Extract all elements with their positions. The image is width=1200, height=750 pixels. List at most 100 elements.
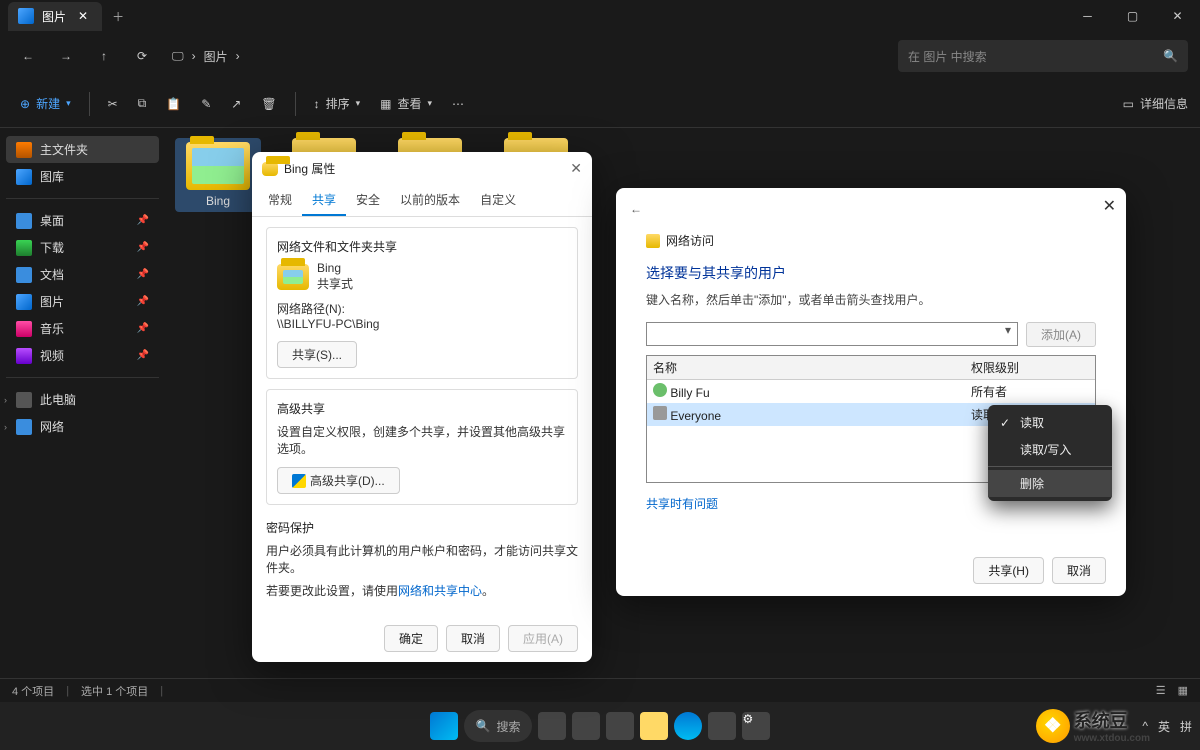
ctx-readwrite[interactable]: 读取/写入 — [988, 436, 1112, 463]
cancel-button[interactable]: 取消 — [1052, 557, 1106, 584]
close-icon[interactable]: ✕ — [1103, 196, 1116, 216]
path-value: \\BILLYFU-PC\Bing — [277, 317, 567, 331]
refresh-button[interactable]: ⟳ — [126, 40, 158, 72]
permission-context-menu: ✓读取 读取/写入 删除 — [988, 405, 1112, 501]
cut-button[interactable]: ✂ — [100, 88, 126, 120]
gallery-icon — [16, 169, 32, 185]
rename-button[interactable]: ✎ — [193, 88, 219, 120]
start-button[interactable] — [430, 712, 458, 740]
chevron-right-icon: › — [192, 49, 196, 63]
close-button[interactable]: ✕ — [1155, 0, 1200, 32]
selection-count: 选中 1 个项目 — [81, 683, 148, 699]
separator — [89, 92, 90, 116]
explorer-taskbar-icon[interactable] — [640, 712, 668, 740]
pw-desc: 用户必须具有此计算机的用户帐户和密码，才能访问共享文件夹。 — [266, 542, 578, 576]
view-button[interactable]: ▦ 查看 ▾ — [372, 88, 440, 120]
paste-button[interactable]: 📋 — [158, 88, 189, 120]
sidebar-item-thispc[interactable]: ›此电脑 — [6, 386, 159, 413]
statusbar: 4 个项目 | 选中 1 个项目 | ☰ ▦ — [0, 678, 1200, 702]
tab-previous[interactable]: 以前的版本 — [390, 185, 470, 216]
breadcrumb[interactable]: 🖵 › 图片 › — [164, 48, 248, 65]
chevron-down-icon: ▾ — [66, 98, 71, 109]
share-confirm-button[interactable]: 共享(H) — [973, 557, 1044, 584]
sidebar-item-videos[interactable]: 视频📌 — [6, 342, 159, 369]
up-button[interactable]: ↑ — [88, 40, 120, 72]
user-combobox[interactable]: ▾ — [646, 322, 1018, 346]
sidebar-item-network[interactable]: ›网络 — [6, 413, 159, 440]
tab-customize[interactable]: 自定义 — [470, 185, 526, 216]
back-button[interactable]: ← — [630, 202, 642, 216]
task-icon[interactable] — [538, 712, 566, 740]
close-icon[interactable]: ✕ — [570, 160, 582, 177]
tab-pictures[interactable]: 图片 ✕ — [8, 2, 102, 31]
user-row[interactable]: Billy Fu 所有者 — [647, 380, 1095, 403]
task-icon[interactable] — [572, 712, 600, 740]
sort-button[interactable]: ↕ 排序 ▾ — [306, 88, 369, 120]
pin-icon: 📌 — [137, 242, 149, 253]
music-icon — [16, 321, 32, 337]
task-icon[interactable] — [708, 712, 736, 740]
check-icon: ✓ — [1000, 416, 1012, 430]
breadcrumb-item[interactable]: 图片 — [204, 48, 228, 65]
ctx-read[interactable]: ✓读取 — [988, 409, 1112, 436]
maximize-button[interactable]: ▢ — [1110, 0, 1155, 32]
folder-icon — [277, 264, 309, 290]
more-button[interactable]: ⋯ — [444, 88, 472, 120]
new-button[interactable]: ⊕新建▾ — [12, 88, 79, 120]
desktop-icon — [16, 213, 32, 229]
ctx-delete[interactable]: 删除 — [988, 470, 1112, 497]
shield-icon — [292, 474, 306, 488]
folder-item[interactable]: Bing — [175, 138, 261, 212]
path-label: 网络路径(N): — [277, 300, 567, 317]
dialog-title: 网络访问 — [666, 232, 714, 249]
taskbar-search[interactable]: 🔍搜索 — [464, 710, 533, 742]
back-button[interactable]: ← — [12, 40, 44, 72]
apply-button[interactable]: 应用(A) — [508, 625, 578, 652]
search-input[interactable]: 在 图片 中搜索 🔍 — [898, 40, 1188, 72]
sidebar-item-pictures[interactable]: 图片📌 — [6, 288, 159, 315]
settings-taskbar-icon[interactable]: ⚙ — [742, 712, 770, 740]
sidebar-item-music[interactable]: 音乐📌 — [6, 315, 159, 342]
share-state: 共享式 — [317, 275, 353, 292]
folder-icon — [262, 162, 278, 176]
add-button[interactable]: 添加(A) — [1026, 322, 1096, 347]
col-name[interactable]: 名称 — [647, 356, 965, 379]
sidebar-item-desktop[interactable]: 桌面📌 — [6, 207, 159, 234]
sidebar-item-gallery[interactable]: 图库 — [6, 163, 159, 190]
ime-mode[interactable]: 拼 — [1180, 718, 1192, 735]
view-toggle-grid-icon[interactable]: ▦ — [1178, 684, 1188, 697]
document-icon — [16, 267, 32, 283]
tab-general[interactable]: 常规 — [258, 185, 302, 216]
ok-button[interactable]: 确定 — [384, 625, 438, 652]
pin-icon: 📌 — [137, 269, 149, 280]
sidebar-item-documents[interactable]: 文档📌 — [6, 261, 159, 288]
pin-icon: 📌 — [137, 296, 149, 307]
view-toggle-list-icon[interactable]: ☰ — [1156, 684, 1166, 697]
sidebar-item-downloads[interactable]: 下载📌 — [6, 234, 159, 261]
share-button[interactable]: ↗ — [223, 88, 249, 120]
dropdown-icon[interactable]: ▾ — [999, 323, 1017, 337]
sidebar-item-home[interactable]: 主文件夹 — [6, 136, 159, 163]
task-icon[interactable] — [606, 712, 634, 740]
pin-icon: 📌 — [137, 323, 149, 334]
forward-button[interactable]: → — [50, 40, 82, 72]
user-icon — [653, 383, 667, 397]
section-title: 高级共享 — [277, 400, 567, 417]
share-button[interactable]: 共享(S)... — [277, 341, 357, 368]
ime-lang[interactable]: 英 — [1158, 718, 1170, 735]
tab-security[interactable]: 安全 — [346, 185, 390, 216]
new-tab-button[interactable]: ＋ — [102, 8, 134, 25]
details-pane-button[interactable]: ▭ 详细信息 — [1123, 95, 1188, 112]
tab-close-icon[interactable]: ✕ — [74, 9, 92, 23]
search-icon: 🔍 — [476, 719, 491, 733]
edge-taskbar-icon[interactable] — [674, 712, 702, 740]
cancel-button[interactable]: 取消 — [446, 625, 500, 652]
copy-button[interactable]: ⧉ — [130, 88, 155, 120]
watermark: ❖ 系统豆 www.xtdou.com — [1036, 707, 1150, 744]
network-center-link[interactable]: 网络和共享中心 — [398, 584, 482, 598]
tab-sharing[interactable]: 共享 — [302, 185, 346, 216]
adv-share-button[interactable]: 高级共享(D)... — [277, 467, 400, 494]
minimize-button[interactable]: ─ — [1065, 0, 1110, 32]
col-perm[interactable]: 权限级别 — [965, 356, 1095, 379]
delete-button[interactable]: 🗑 — [253, 88, 284, 120]
